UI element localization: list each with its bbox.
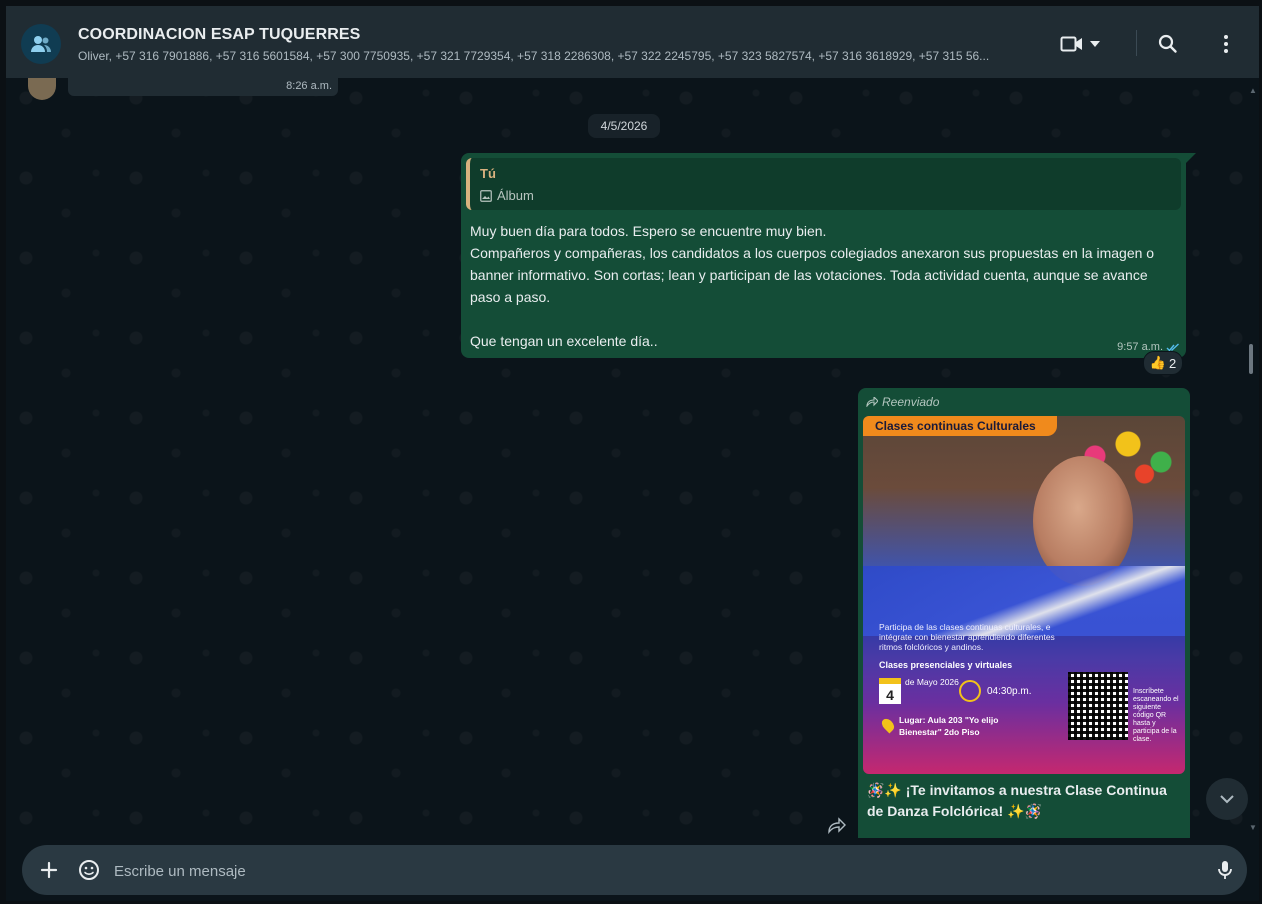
scrollbar-down-arrow[interactable]: ▼ bbox=[1249, 823, 1257, 832]
sender-avatar[interactable] bbox=[28, 78, 56, 100]
quoted-type: Álbum bbox=[497, 188, 534, 203]
poster-mode: Clases presenciales y virtuales bbox=[879, 660, 1013, 670]
scroll-to-bottom-button[interactable] bbox=[1206, 778, 1248, 820]
header-divider bbox=[1136, 30, 1137, 56]
voice-message-button[interactable] bbox=[1212, 857, 1238, 883]
poster-date: de Mayo 2026 bbox=[905, 677, 959, 687]
forwarded-text: Reenviado bbox=[882, 395, 940, 409]
forwarded-icon bbox=[866, 397, 878, 407]
composer bbox=[6, 838, 1259, 901]
plus-icon bbox=[40, 861, 58, 879]
forwarded-label: Reenviado bbox=[866, 395, 939, 409]
search-icon bbox=[1158, 34, 1177, 53]
qr-code bbox=[1068, 672, 1128, 740]
video-call-button[interactable] bbox=[1060, 30, 1112, 58]
attach-button[interactable] bbox=[36, 857, 62, 883]
group-icon bbox=[31, 36, 51, 52]
date-separator: 4/5/2026 bbox=[588, 114, 660, 138]
poster-banner: Clases continuas Culturales bbox=[863, 416, 1057, 436]
album-icon bbox=[480, 189, 492, 202]
search-button[interactable] bbox=[1154, 30, 1182, 58]
previous-message-bubble[interactable]: 8:26 a.m. bbox=[68, 78, 338, 96]
reaction-count: 2 bbox=[1168, 355, 1177, 371]
microphone-icon bbox=[1218, 861, 1232, 879]
chevron-down-icon bbox=[1090, 41, 1100, 47]
poster-time: 04:30p.m. bbox=[987, 686, 1032, 697]
calendar-icon: 4 bbox=[879, 678, 901, 704]
outgoing-message[interactable]: Tú Álbum Muy buen día para todos. Espero… bbox=[461, 153, 1186, 358]
quoted-content: Álbum bbox=[480, 188, 534, 203]
clock-icon bbox=[959, 680, 981, 702]
message-caption: 🪅✨ ¡Te invitamos a nuestra Clase Continu… bbox=[867, 782, 1167, 819]
thumbs-up-icon: 👍 bbox=[1149, 355, 1166, 370]
poster-image[interactable]: Clases continuas Culturales Participa de… bbox=[863, 416, 1185, 774]
composer-box[interactable] bbox=[22, 845, 1247, 895]
poster-qr-text: Inscríbete escaneando el siguiente códig… bbox=[1133, 688, 1179, 743]
message-input[interactable] bbox=[112, 855, 1176, 887]
chat-title[interactable]: COORDINACION ESAP TUQUERRES bbox=[78, 26, 360, 44]
message-time: 8:26 a.m. bbox=[286, 80, 332, 92]
sticker-button[interactable] bbox=[76, 857, 102, 883]
quoted-author: Tú bbox=[480, 166, 496, 181]
forward-icon bbox=[828, 817, 846, 835]
group-avatar[interactable] bbox=[21, 24, 61, 64]
quoted-message[interactable]: Tú Álbum bbox=[466, 158, 1181, 210]
menu-button[interactable] bbox=[1212, 30, 1240, 58]
message-list[interactable]: 8:26 a.m. 4/5/2026 Tú Álbum Muy buen día… bbox=[6, 78, 1259, 838]
forward-button[interactable] bbox=[826, 816, 854, 838]
reaction-badge[interactable]: 👍 2 bbox=[1143, 351, 1183, 375]
location-pin-icon bbox=[879, 716, 897, 734]
scrollbar-thumb[interactable] bbox=[1249, 344, 1253, 374]
chat-header[interactable]: COORDINACION ESAP TUQUERRES Oliver, +57 … bbox=[6, 6, 1259, 78]
sticker-icon bbox=[79, 860, 99, 880]
scrollbar-up-arrow[interactable]: ▲ bbox=[1249, 86, 1257, 95]
bubble-tail bbox=[1186, 153, 1196, 163]
chat-window: COORDINACION ESAP TUQUERRES Oliver, +57 … bbox=[6, 6, 1259, 901]
video-camera-icon bbox=[1060, 36, 1082, 52]
forwarded-message[interactable]: Reenviado Clases continuas Culturales Pa… bbox=[858, 388, 1190, 838]
chat-members-list[interactable]: Oliver, +57 316 7901886, +57 316 5601584… bbox=[78, 49, 1038, 63]
poster-place: Lugar: Aula 203 "Yo elijo Bienestar" 2do… bbox=[899, 715, 999, 737]
chevron-down-icon bbox=[1220, 795, 1234, 804]
poster-description: Participa de las clases continuas cultur… bbox=[879, 622, 1055, 652]
message-text: Muy buen día para todos. Espero se encue… bbox=[470, 223, 1155, 349]
more-vertical-icon bbox=[1224, 35, 1228, 53]
